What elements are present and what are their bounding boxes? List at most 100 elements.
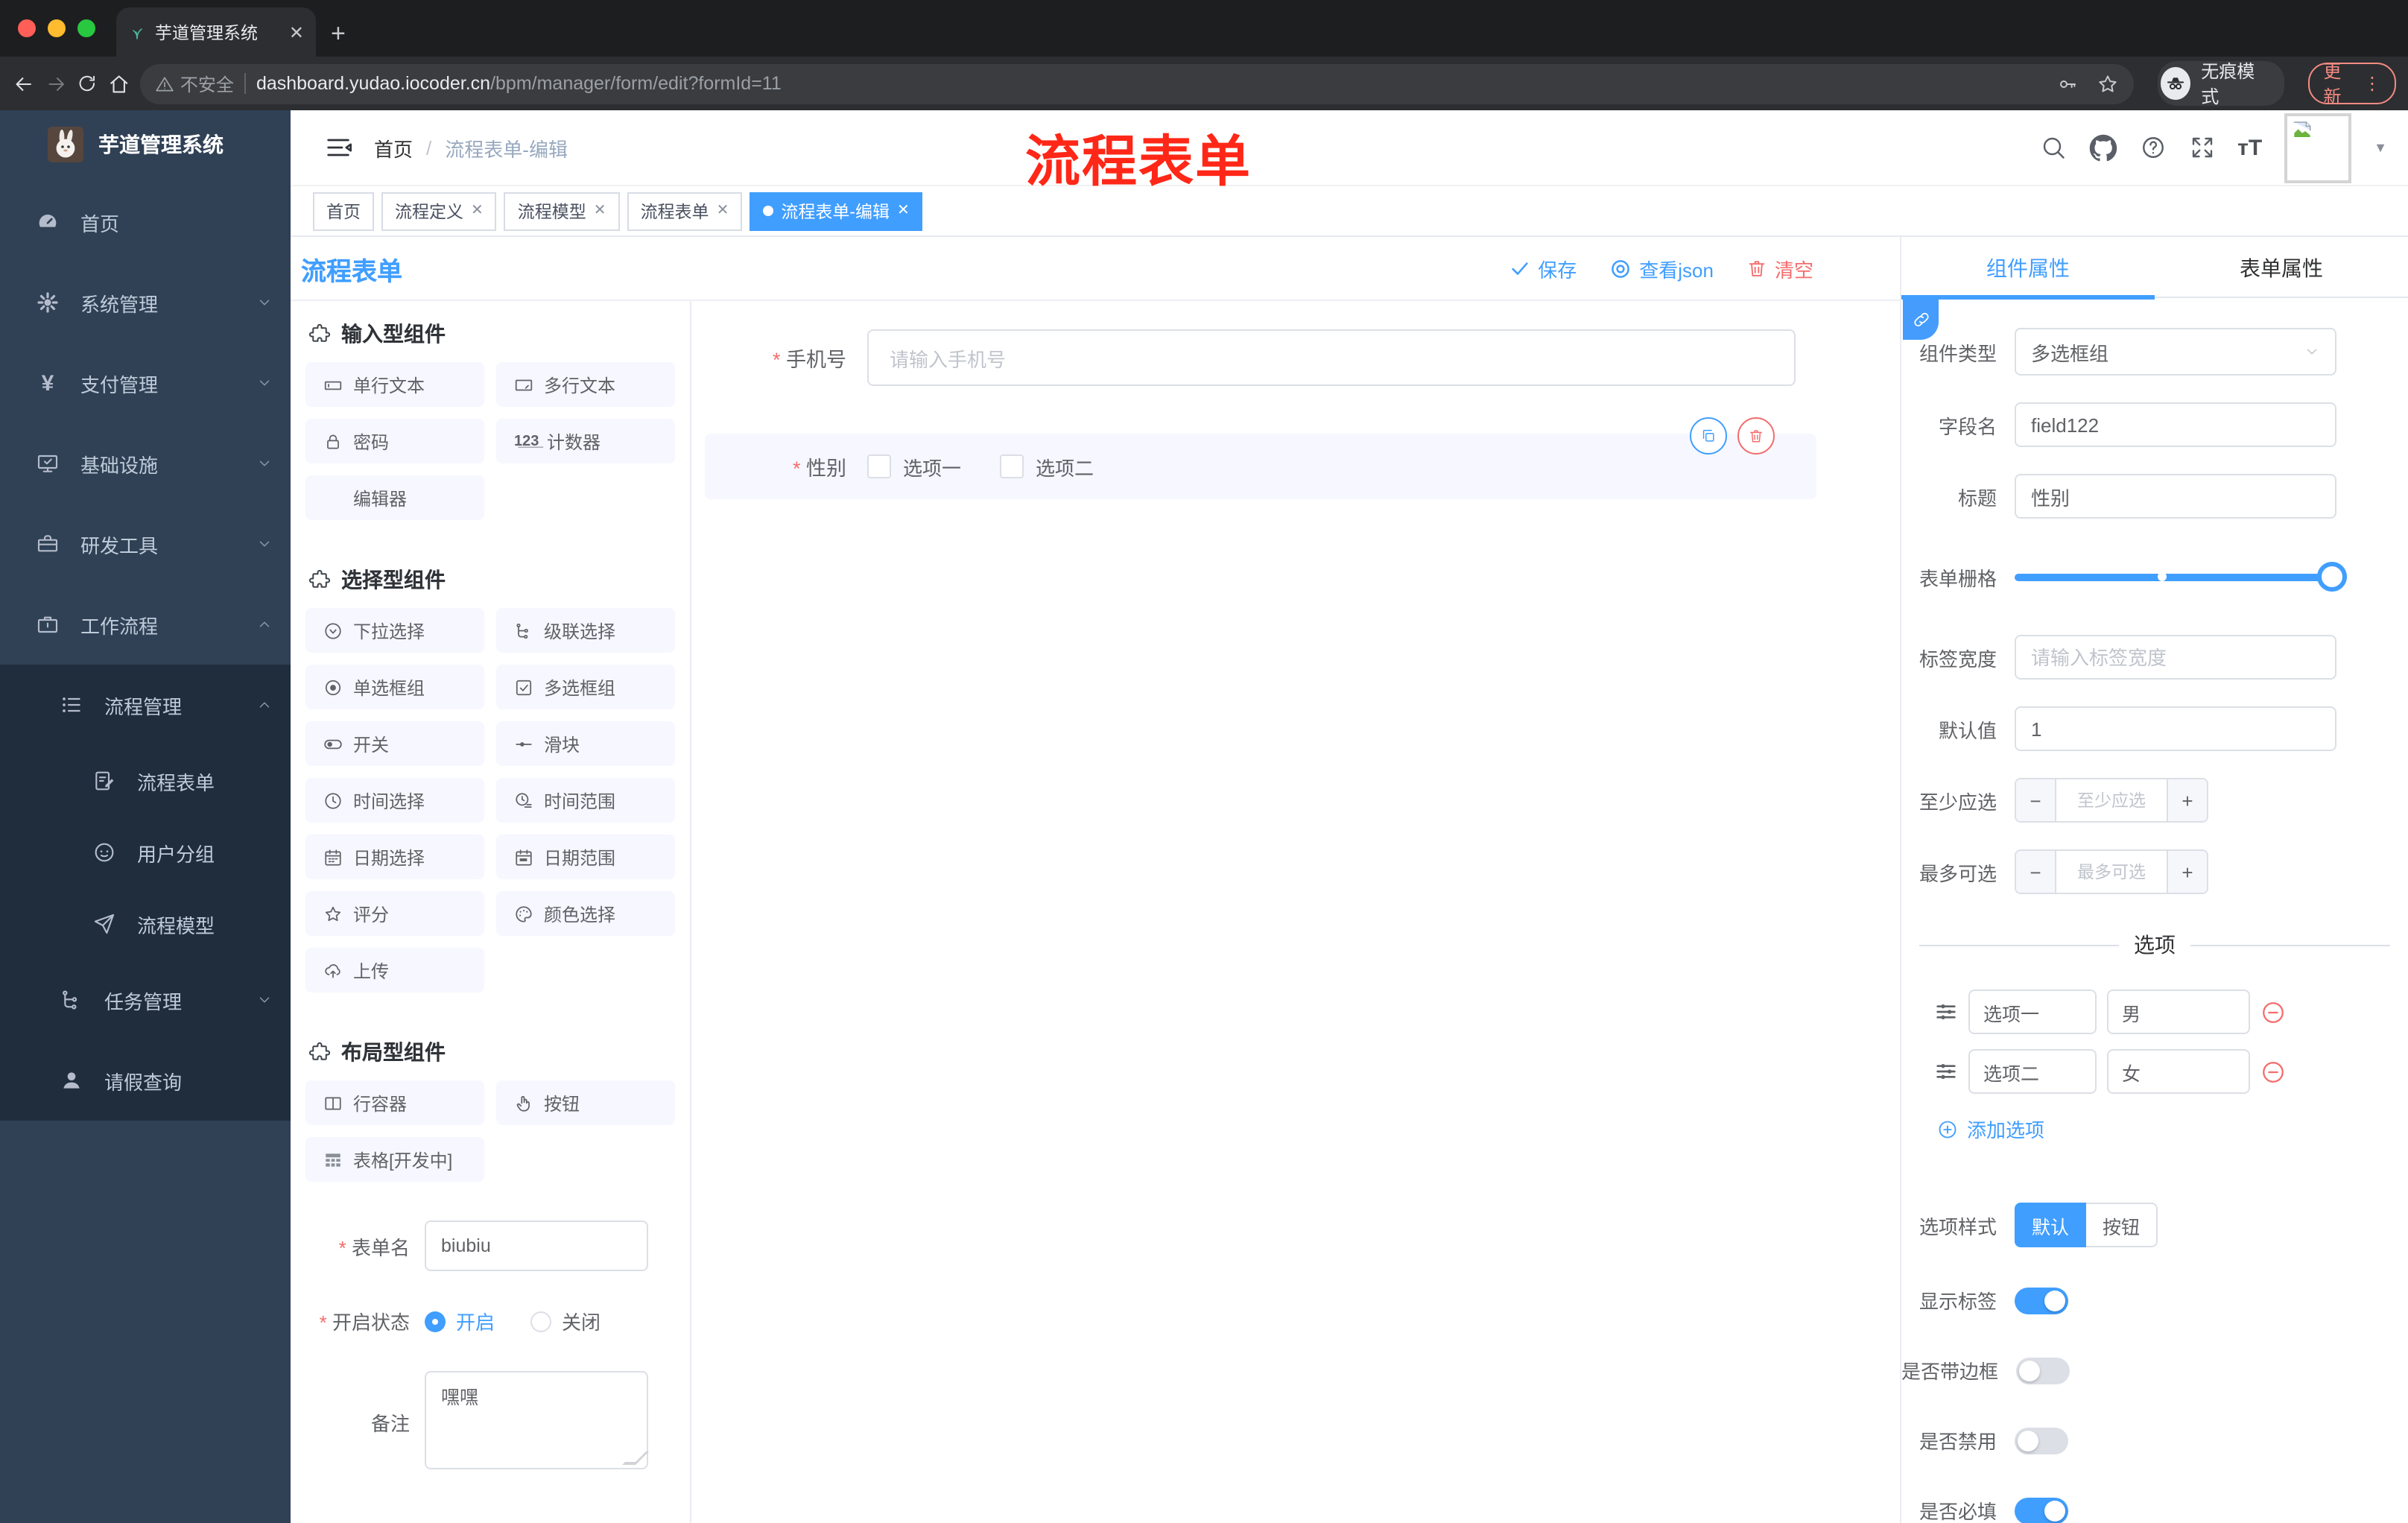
tab-form-props[interactable]: 表单属性 xyxy=(2155,237,2408,298)
caret-down-icon[interactable]: ▼ xyxy=(2374,140,2387,155)
palette-item-color-picker[interactable]: 颜色选择 xyxy=(496,891,675,936)
breadcrumb-home[interactable]: 首页 xyxy=(374,133,413,162)
not-secure-badge[interactable]: 不安全 xyxy=(155,71,234,96)
browser-tab[interactable]: 芋道管理系统 ✕ xyxy=(116,7,316,57)
duplicate-component-button[interactable] xyxy=(1690,417,1727,455)
palette-item-dropdown[interactable]: 下拉选择 xyxy=(305,608,484,653)
forward-icon[interactable] xyxy=(44,71,67,96)
palette-item-switch[interactable]: 开关 xyxy=(305,721,484,766)
palette-item-date-picker[interactable]: 日期选择 xyxy=(305,835,484,879)
option-value-input[interactable] xyxy=(2107,1049,2250,1094)
gender-checkbox-option1[interactable]: 选项一 xyxy=(867,452,961,481)
sidebar-item-user-group[interactable]: 用户分组 xyxy=(0,817,291,888)
style-default-button[interactable]: 默认 xyxy=(2015,1203,2086,1247)
palette-item-textarea[interactable]: 多行文本 xyxy=(496,362,675,407)
save-button[interactable]: 保存 xyxy=(1509,254,1577,282)
required-toggle[interactable] xyxy=(2015,1497,2068,1523)
slider-thumb[interactable] xyxy=(2317,562,2347,592)
avatar[interactable] xyxy=(2284,113,2352,183)
option-label-input[interactable] xyxy=(1968,990,2097,1034)
disabled-toggle[interactable] xyxy=(2015,1427,2068,1454)
view-json-button[interactable]: 查看json xyxy=(1609,254,1714,282)
font-size-icon[interactable]: тT xyxy=(2237,135,2262,160)
palette-item-time-range[interactable]: 时间范围 xyxy=(496,778,675,823)
sidebar-item-process-model[interactable]: 流程模型 xyxy=(0,888,291,960)
status-radio-on[interactable]: 开启 xyxy=(425,1307,495,1335)
form-canvas[interactable]: 手机号 请输入手机号 性别 选项一 xyxy=(691,301,1900,1523)
palette-item-slider[interactable]: 滑块 xyxy=(496,721,675,766)
new-tab-button[interactable]: + xyxy=(331,12,346,57)
palette-item-row-container[interactable]: 行容器 xyxy=(305,1080,484,1125)
palette-item-cascader[interactable]: 级联选择 xyxy=(496,608,675,653)
show-label-toggle[interactable] xyxy=(2015,1287,2068,1314)
url-bar[interactable]: 不安全 dashboard.yudao.iocoder.cn/bpm/manag… xyxy=(139,63,2134,104)
default-value-input[interactable] xyxy=(2015,706,2336,751)
tag-close-icon[interactable]: ✕ xyxy=(717,203,729,219)
min-select-stepper[interactable]: − 至少应选 + xyxy=(2015,778,2208,823)
search-icon[interactable] xyxy=(2039,134,2066,161)
sidebar-item-leave-query[interactable]: 请假查询 xyxy=(0,1040,291,1121)
password-key-icon[interactable] xyxy=(2056,72,2079,95)
tab-close-icon[interactable]: ✕ xyxy=(289,22,304,42)
drag-handle-icon[interactable] xyxy=(1934,1060,1958,1083)
drawer-link-handle[interactable] xyxy=(1903,300,1939,340)
palette-item-upload[interactable]: 上传 xyxy=(305,948,484,992)
help-icon[interactable] xyxy=(2139,134,2166,161)
tag-close-icon[interactable]: ✕ xyxy=(594,203,606,219)
tag-process-definition[interactable]: 流程定义 ✕ xyxy=(381,191,497,230)
update-browser-button[interactable]: 更新 ⋮ xyxy=(2308,61,2396,107)
remove-option-icon[interactable] xyxy=(2260,999,2286,1025)
hamburger-icon[interactable] xyxy=(323,133,353,162)
github-icon[interactable] xyxy=(2088,133,2117,162)
remark-textarea[interactable]: 嘿嘿 xyxy=(425,1371,648,1469)
option-label-input[interactable] xyxy=(1968,1049,2097,1094)
sidebar-item-task-management[interactable]: 任务管理 xyxy=(0,960,291,1040)
fullscreen-icon[interactable] xyxy=(2188,134,2215,161)
status-radio-off[interactable]: 关闭 xyxy=(530,1307,601,1335)
sidebar-item-workflow[interactable]: 工作流程 xyxy=(0,584,291,665)
tag-process-form-edit[interactable]: 流程表单-编辑 ✕ xyxy=(750,191,923,230)
canvas-field-gender-selected[interactable]: 性别 选项一 选项二 xyxy=(705,417,1816,499)
drag-handle-icon[interactable] xyxy=(1934,1000,1958,1024)
palette-item-checkbox-group[interactable]: 多选框组 xyxy=(496,665,675,709)
add-option-button[interactable]: 添加选项 xyxy=(1901,1115,2408,1143)
bookmark-star-icon[interactable] xyxy=(2097,72,2119,95)
palette-item-single-line-text[interactable]: 单行文本 xyxy=(305,362,484,407)
with-border-toggle[interactable] xyxy=(2016,1357,2070,1384)
plus-button[interactable]: + xyxy=(2167,779,2207,821)
palette-item-button[interactable]: 按钮 xyxy=(496,1080,675,1125)
palette-item-counter[interactable]: 1̲2̲3̲ 计数器 xyxy=(496,419,675,463)
palette-item-table[interactable]: 表格[开发中] xyxy=(305,1137,484,1182)
minus-button[interactable]: − xyxy=(2016,779,2056,821)
palette-item-rate[interactable]: 评分 xyxy=(305,891,484,936)
palette-item-date-range[interactable]: 日期范围 xyxy=(496,835,675,879)
remove-option-icon[interactable] xyxy=(2260,1059,2286,1084)
tag-close-icon[interactable]: ✕ xyxy=(471,203,484,219)
tag-process-form[interactable]: 流程表单 ✕ xyxy=(627,191,743,230)
label-width-input[interactable] xyxy=(2015,635,2336,680)
tag-home[interactable]: 首页 xyxy=(313,191,374,230)
form-name-input[interactable] xyxy=(425,1220,648,1271)
title-input[interactable] xyxy=(2015,474,2336,519)
sidebar-item-payment[interactable]: ¥ 支付管理 xyxy=(0,343,291,423)
back-icon[interactable] xyxy=(12,71,35,96)
sidebar-item-process-form[interactable]: 流程表单 xyxy=(0,745,291,817)
delete-component-button[interactable] xyxy=(1737,417,1775,455)
home-icon[interactable] xyxy=(107,71,130,96)
component-type-select[interactable]: 多选框组 xyxy=(2015,328,2336,376)
tag-close-icon[interactable]: ✕ xyxy=(897,203,910,219)
sidebar-item-infra[interactable]: 基础设施 xyxy=(0,423,291,504)
tab-component-props[interactable]: 组件属性 xyxy=(1901,237,2155,300)
field-name-input[interactable] xyxy=(2015,402,2336,447)
sidebar-item-home[interactable]: 首页 xyxy=(0,182,291,262)
sidebar-item-process-management[interactable]: 流程管理 xyxy=(0,665,291,745)
sidebar-item-system[interactable]: 系统管理 xyxy=(0,262,291,343)
clear-button[interactable]: 清空 xyxy=(1746,254,1813,282)
tag-process-model[interactable]: 流程模型 ✕ xyxy=(504,191,620,230)
phone-input[interactable]: 请输入手机号 xyxy=(867,329,1796,386)
style-button-button[interactable]: 按钮 xyxy=(2086,1203,2158,1247)
max-select-stepper[interactable]: − 最多可选 + xyxy=(2015,849,2208,894)
close-window-button[interactable] xyxy=(18,19,36,37)
palette-item-radio-group[interactable]: 单选框组 xyxy=(305,665,484,709)
form-grid-slider[interactable] xyxy=(2015,554,2347,599)
